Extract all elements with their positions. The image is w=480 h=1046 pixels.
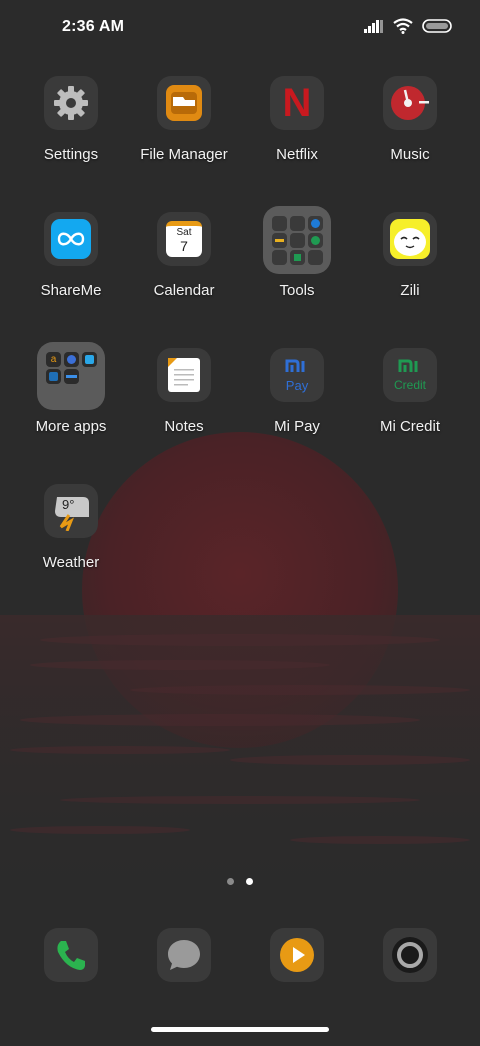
dock (0, 926, 480, 986)
calendar-day-number: 7 (180, 238, 188, 254)
cellular-signal-icon (364, 20, 383, 33)
app-label: Notes (164, 418, 204, 435)
mi-credit-tile: Credit (383, 348, 437, 402)
app-folder-more-apps[interactable]: a More apps (15, 342, 127, 464)
page-dot[interactable] (227, 878, 234, 885)
weather-icon: 9° (51, 491, 91, 531)
app-store-mini-icon (82, 352, 97, 367)
app-folder-tools[interactable]: Tools (241, 206, 353, 328)
scanner-mini-icon (272, 233, 287, 248)
phone-icon (57, 941, 85, 970)
netflix-tile: N (270, 76, 324, 130)
page-dot-active[interactable] (246, 878, 253, 885)
calendar-icon: Sat 7 (166, 221, 202, 257)
music-tile (383, 76, 437, 130)
weather-temperature: 9° (62, 497, 75, 512)
settings-tile (44, 76, 98, 130)
app-settings[interactable]: Settings (15, 72, 127, 192)
file-manager-tile (157, 76, 211, 130)
status-icons (364, 18, 452, 34)
mi-mark-icon (285, 359, 305, 372)
camera-tile (383, 928, 437, 982)
amazon-mini-icon: a (46, 352, 61, 367)
mi-pay-logo-text: Pay (285, 377, 309, 393)
app-label: Weather (42, 554, 100, 571)
facebook-mini-icon (64, 352, 79, 367)
home-indicator[interactable] (151, 1027, 329, 1032)
app-mi-pay[interactable]: Pay Mi Pay (241, 344, 353, 464)
video-player-tile (270, 928, 324, 982)
linkedin-mini-icon (46, 369, 61, 384)
status-bar: 2:36 AM (0, 0, 480, 56)
music-disc-icon (391, 86, 429, 120)
mi-pay-tile: Pay (270, 348, 324, 402)
mi-credit-logo-icon: Credit (394, 359, 426, 392)
mi-credit-logo-text: Credit (393, 377, 426, 392)
messages-tile (157, 928, 211, 982)
app-label: Calendar (153, 282, 215, 299)
wifi-icon (393, 18, 413, 34)
message-icon (168, 940, 200, 970)
app-label: Mi Credit (379, 418, 440, 435)
security-mini-icon (308, 233, 323, 248)
app-netflix[interactable]: N Netflix (241, 72, 353, 192)
app-calendar[interactable]: Sat 7 Calendar (128, 208, 240, 328)
compass-mini-icon (308, 216, 323, 231)
page-indicator (0, 878, 480, 885)
app-file-manager[interactable]: File Manager (128, 72, 240, 192)
tools-folder-tile (263, 206, 331, 274)
mi-pay-logo-icon: Pay (285, 359, 309, 392)
finance-mini-icon (64, 369, 79, 384)
calendar-tile: Sat 7 (157, 212, 211, 266)
calculator-mini-icon (290, 216, 305, 231)
app-label: More apps (35, 418, 107, 435)
app-label: Zili (400, 282, 420, 299)
app-notes[interactable]: Notes (128, 344, 240, 464)
contacts-mini-icon (272, 216, 287, 231)
app-label: Netflix (276, 146, 318, 163)
app-mi-credit[interactable]: Credit Mi Credit (354, 344, 466, 464)
gear-icon (54, 86, 88, 120)
cleaner-mini-icon (272, 250, 287, 265)
folder-icon (166, 85, 202, 121)
tool-mini-icon (308, 250, 323, 265)
dock-phone[interactable] (15, 926, 127, 1046)
app-label: ShareMe (40, 282, 102, 299)
notes-tile (157, 348, 211, 402)
notes-icon (168, 358, 200, 392)
app-weather[interactable]: 9° Weather (15, 480, 127, 600)
weather-tile: 9° (44, 484, 98, 538)
more-apps-folder-tile: a (37, 342, 105, 410)
recorder-mini-icon (290, 233, 305, 248)
battery-icon (422, 19, 452, 33)
mi-mark-icon (398, 359, 418, 372)
clock: 2:36 AM (62, 18, 125, 35)
phone-tile (44, 928, 98, 982)
shareme-infinity-icon (51, 219, 91, 259)
app-shareme[interactable]: ShareMe (15, 208, 127, 328)
camera-icon (392, 937, 428, 973)
app-label: File Manager (140, 146, 228, 163)
app-label: Tools (279, 282, 315, 299)
app-label: Music (390, 146, 430, 163)
play-icon (280, 938, 314, 972)
downloads-mini-icon (290, 250, 305, 265)
shareme-tile (44, 212, 98, 266)
app-label: Mi Pay (274, 418, 320, 435)
app-music[interactable]: Music (354, 72, 466, 192)
app-zili[interactable]: Zili (354, 208, 466, 328)
dock-camera[interactable] (354, 926, 466, 1046)
zili-tile (383, 212, 437, 266)
app-label: Settings (43, 146, 99, 163)
zili-face-icon (390, 219, 430, 259)
netflix-logo-icon: N (282, 81, 312, 125)
